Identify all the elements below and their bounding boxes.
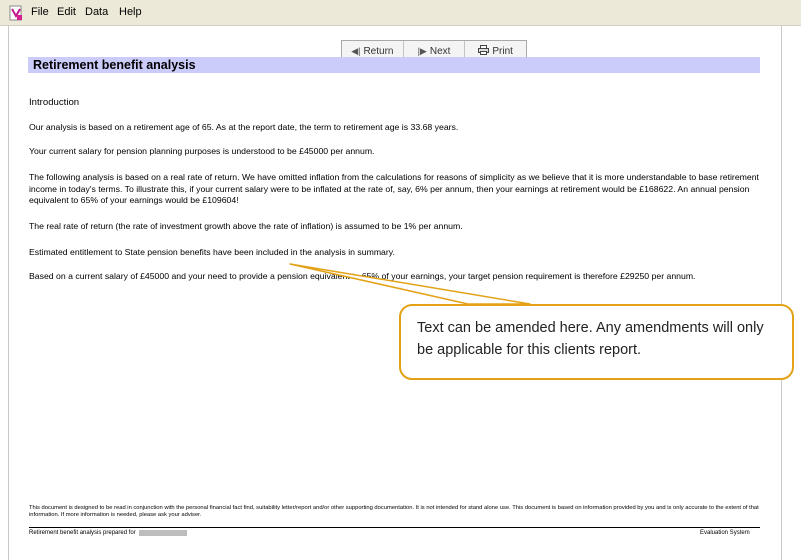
- paragraph-rate-of-return[interactable]: The real rate of return (the rate of inv…: [29, 221, 759, 233]
- menu-bar: File Edit Data Help: [0, 0, 801, 26]
- printer-icon: [478, 45, 490, 57]
- report-title-bar: Retirement benefit analysis: [28, 57, 760, 73]
- return-icon: ◀|: [351, 45, 361, 56]
- footer-divider: [29, 527, 760, 528]
- menu-edit[interactable]: Edit: [57, 6, 76, 18]
- annotation-callout: Text can be amended here. Any amendments…: [399, 304, 794, 380]
- next-label: Next: [429, 45, 451, 57]
- return-label: Return: [363, 45, 394, 57]
- paragraph-state-pension[interactable]: Estimated entitlement to State pension b…: [29, 247, 759, 259]
- paragraph-target-pension[interactable]: Based on a current salary of £45000 and …: [29, 271, 759, 283]
- menu-help[interactable]: Help: [119, 6, 142, 18]
- window-frame-right: [781, 26, 782, 560]
- paragraph-retirement-age[interactable]: Our analysis is based on a retirement ag…: [29, 122, 759, 134]
- window-frame-left: [8, 26, 9, 560]
- footer-disclaimer: This document is designed to be read in …: [29, 505, 759, 518]
- print-label: Print: [492, 45, 513, 57]
- prepared-for-label: Retirement benefit analysis prepared for: [29, 530, 136, 536]
- next-icon: |▶: [417, 45, 427, 56]
- redacted-client-name: [138, 530, 187, 536]
- menu-data[interactable]: Data: [85, 6, 108, 18]
- section-heading: Introduction: [29, 97, 80, 108]
- callout-text: Text can be amended here. Any amendments…: [417, 320, 764, 358]
- paragraph-salary[interactable]: Your current salary for pension planning…: [29, 146, 759, 158]
- footer-prepared-for: Retirement benefit analysis prepared for: [29, 530, 187, 536]
- page-title: Retirement benefit analysis: [33, 58, 196, 72]
- footer-system-name: Evaluation System: [700, 530, 750, 536]
- paragraph-real-rate[interactable]: The following analysis is based on a rea…: [29, 172, 759, 207]
- menu-file[interactable]: File: [31, 6, 49, 18]
- app-icon: [9, 5, 23, 21]
